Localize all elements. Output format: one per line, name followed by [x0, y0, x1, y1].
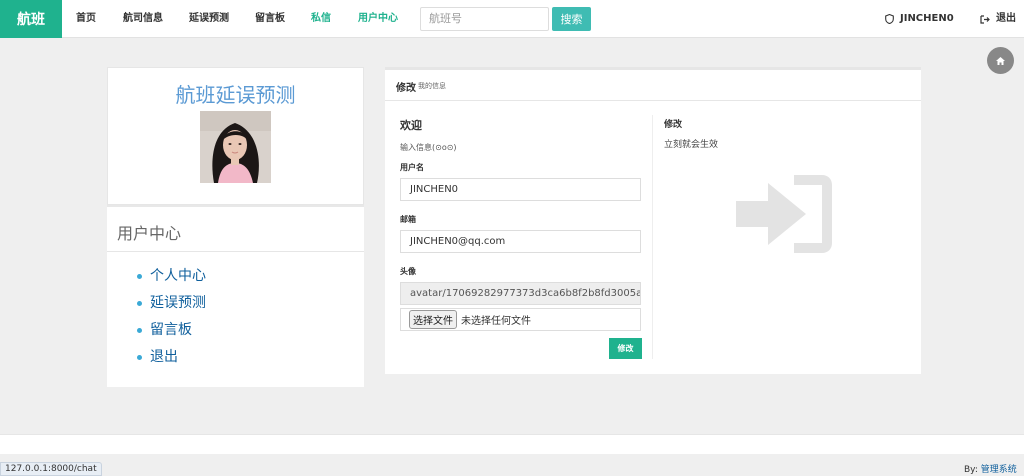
shield-icon: [885, 14, 894, 24]
welcome-heading: 欢迎: [400, 119, 422, 132]
email-field-label: 邮箱: [400, 215, 416, 224]
nav-item-private-message[interactable]: 私信: [311, 0, 331, 38]
sidebar-item-profile[interactable]: 个人中心: [137, 263, 206, 290]
panel-header: 修改 我的信息: [385, 70, 921, 101]
search-button[interactable]: 搜索: [552, 7, 591, 31]
divider: [107, 205, 364, 207]
user-menu[interactable]: JINCHEN0: [885, 0, 954, 38]
footer: [0, 434, 1024, 454]
sidebar-item-label: 退出: [150, 349, 178, 365]
panel-title: 修改: [396, 83, 416, 94]
side-title: 修改: [664, 120, 683, 130]
username-field[interactable]: JINCHEN0: [400, 178, 641, 201]
nav-item-message-board[interactable]: 留言板: [255, 0, 285, 38]
bullet-icon: [137, 355, 142, 360]
avatar-field-label: 头像: [400, 267, 416, 276]
nav-item-airline-info[interactable]: 航司信息: [123, 0, 163, 38]
form-hint: 输入信息(⊙o⊙): [400, 143, 457, 152]
avatar: [200, 111, 271, 183]
site-title: 航班延误预测: [175, 83, 296, 107]
bullet-icon: [137, 301, 142, 306]
file-picker: 选择文件 未选择任何文件: [400, 308, 641, 331]
nav-item-user-center[interactable]: 用户中心: [358, 0, 398, 38]
brand-logo[interactable]: 航班: [0, 0, 62, 38]
avatar-path-field[interactable]: avatar/17069282977373d3ca6b8f2b8fd3005a1…: [400, 282, 641, 305]
top-navbar: 航班 首页 航司信息 延误预测 留言板 私信 用户中心 航班号 搜索 JINCH…: [0, 0, 1024, 38]
status-bar-url: 127.0.0.1:8000/chat: [0, 462, 102, 476]
section-title: 用户中心: [117, 224, 182, 243]
sidebar-item-label: 个人中心: [150, 268, 206, 284]
footer-by-label: By:: [964, 465, 978, 475]
bullet-icon: [137, 274, 142, 279]
sidebar-item-delay-prediction[interactable]: 延误预测: [137, 290, 206, 317]
footer-credit: By: 管理系统: [964, 462, 1017, 475]
divider: [107, 251, 364, 252]
logout-label: 退出: [996, 13, 1016, 24]
divider: [652, 115, 653, 359]
email-field[interactable]: JINCHEN0@qq.com: [400, 230, 641, 253]
choose-file-button[interactable]: 选择文件: [409, 310, 457, 329]
sidebar-menu: 个人中心 延误预测 留言板 退出: [137, 263, 206, 371]
sign-out-icon: [980, 14, 990, 24]
sidebar-item-label: 留言板: [150, 322, 192, 338]
file-status: 未选择任何文件: [461, 316, 531, 327]
home-icon: [996, 56, 1005, 65]
sign-in-icon: [736, 175, 832, 253]
nav-item-home[interactable]: 首页: [76, 0, 96, 38]
profile-edit-panel: 修改 我的信息 欢迎 输入信息(⊙o⊙) 用户名 JINCHEN0 邮箱 JIN…: [385, 67, 921, 374]
home-button[interactable]: [987, 47, 1014, 74]
submit-button[interactable]: 修改: [609, 338, 642, 359]
search-input[interactable]: 航班号: [420, 7, 549, 31]
footer-link[interactable]: 管理系统: [981, 465, 1017, 475]
username-label: JINCHEN0: [900, 13, 954, 24]
panel-subtitle: 我的信息: [418, 82, 446, 90]
logout-link[interactable]: 退出: [980, 0, 1016, 38]
sidebar-item-message-board[interactable]: 留言板: [137, 317, 206, 344]
side-text: 立刻就会生效: [664, 140, 719, 150]
sidebar-item-label: 延误预测: [150, 295, 206, 311]
username-field-label: 用户名: [400, 163, 424, 172]
bullet-icon: [137, 328, 142, 333]
nav-item-delay-prediction[interactable]: 延误预测: [189, 0, 229, 38]
sidebar-item-logout[interactable]: 退出: [137, 344, 206, 371]
